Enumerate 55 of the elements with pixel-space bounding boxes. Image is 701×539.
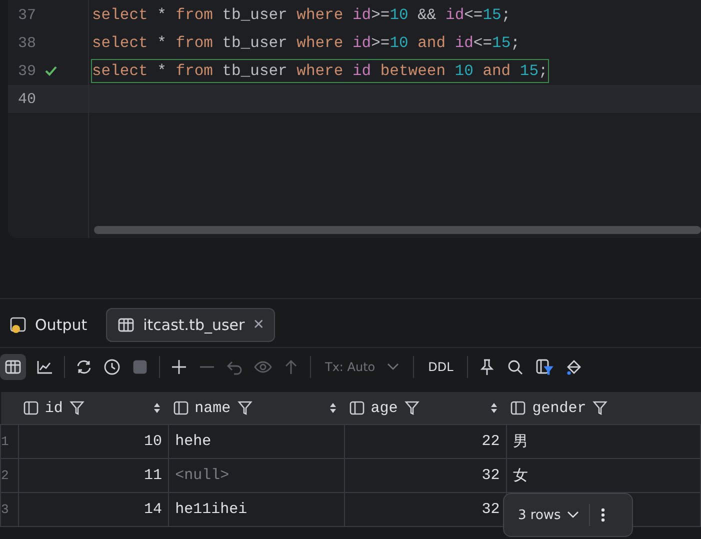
table-cell: <null> <box>168 458 345 492</box>
search-icon[interactable] <box>506 358 524 376</box>
column-name: id <box>44 400 63 416</box>
horizontal-scrollbar[interactable] <box>94 226 701 234</box>
ddl-button[interactable]: DDL <box>424 360 458 374</box>
sort-icon[interactable] <box>490 402 498 414</box>
line-number: 38 <box>18 34 38 52</box>
clock-icon[interactable] <box>103 358 121 376</box>
line-number: 39 <box>18 62 38 80</box>
filter-icon[interactable] <box>592 400 608 416</box>
table-cell: 10 <box>18 424 169 458</box>
table-cell: 女 <box>506 458 700 492</box>
chevron-down-icon <box>566 511 579 519</box>
table-icon <box>4 358 22 376</box>
table-cell: he11ihei <box>168 492 345 526</box>
rows-count-dropdown[interactable]: 3 rows <box>518 508 579 522</box>
column-name: gender <box>532 400 586 416</box>
line-number: 37 <box>18 6 38 24</box>
column-name: age <box>370 400 398 416</box>
table-cell: 11 <box>18 458 169 492</box>
row-number: 1 <box>0 424 19 458</box>
column-icon <box>510 400 526 416</box>
row-number: 2 <box>0 458 19 492</box>
table-cell: hehe <box>168 424 345 458</box>
table-cell: 32 <box>344 492 506 526</box>
filter-icon[interactable] <box>236 400 253 416</box>
tab[interactable]: itcast.tb_user ✕ <box>106 308 276 342</box>
filter-icon[interactable] <box>404 400 420 416</box>
row-number: 3 <box>0 492 19 526</box>
table-cell: 22 <box>344 424 506 458</box>
more-icon[interactable] <box>600 506 606 524</box>
filter-table-icon[interactable] <box>534 358 554 376</box>
sort-icon[interactable] <box>152 402 161 414</box>
filter-icon[interactable] <box>68 400 85 416</box>
line-number: 40 <box>18 90 38 108</box>
code-line: select * from tb_user where id>=10 && id<=15; <box>91 5 512 26</box>
chart-icon[interactable] <box>36 358 54 376</box>
table-cell: 男 <box>506 424 700 458</box>
table-cell: 14 <box>18 492 169 526</box>
refresh-icon[interactable] <box>75 358 93 376</box>
plus-icon[interactable] <box>170 358 188 376</box>
console-icon <box>9 316 27 334</box>
table-cell: 32 <box>344 458 506 492</box>
column-icon <box>22 400 39 416</box>
column-icon <box>348 400 365 416</box>
column-name: name <box>194 400 231 416</box>
tab[interactable]: Output <box>6 308 98 342</box>
code-line: select * from tb_user where id>=10 and id<=15; <box>91 33 521 54</box>
column-icon <box>172 400 189 416</box>
table-view-button[interactable] <box>0 354 26 380</box>
close-icon[interactable]: ✕ <box>252 317 264 333</box>
table-icon <box>117 316 136 334</box>
chevron-down-icon <box>387 363 400 371</box>
sort-icon[interactable] <box>328 402 337 414</box>
stop-icon[interactable] <box>131 358 149 376</box>
